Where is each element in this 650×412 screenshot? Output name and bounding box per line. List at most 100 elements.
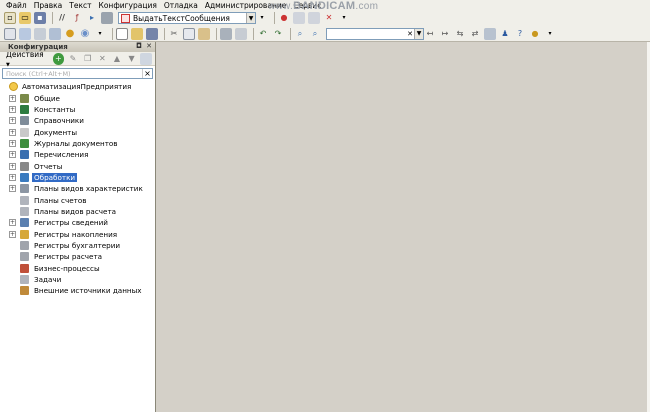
tree-item[interactable]: Внешние источники данных bbox=[0, 285, 156, 296]
print-icon[interactable] bbox=[101, 12, 113, 24]
actions-menu[interactable]: Действия ▼ bbox=[6, 50, 49, 68]
clear-search-icon[interactable]: × bbox=[142, 69, 152, 78]
search-combo[interactable]: ✕ ▼ bbox=[326, 27, 424, 40]
bookmark-prev-icon[interactable] bbox=[293, 12, 305, 24]
tree-item-label: Обработки bbox=[32, 172, 78, 182]
tree-item[interactable]: Задачи bbox=[0, 274, 156, 285]
chevron-down-icon[interactable]: ▼ bbox=[246, 13, 255, 23]
find-next-icon[interactable]: ⌕ bbox=[309, 28, 321, 40]
tree-item[interactable]: + Обработки bbox=[0, 172, 156, 183]
undo-icon[interactable]: ↶ bbox=[257, 28, 269, 40]
module-icon[interactable] bbox=[4, 27, 16, 40]
business-processes-icon bbox=[20, 263, 29, 273]
delete-icon[interactable]: ✕ bbox=[96, 53, 108, 65]
menu-file[interactable]: Файл bbox=[6, 1, 27, 10]
menu-configuration[interactable]: Конфигурация bbox=[99, 1, 157, 10]
print-preview-icon[interactable] bbox=[220, 27, 232, 40]
expand-icon[interactable]: + bbox=[9, 105, 16, 113]
chevron-down-icon[interactable]: ▾ bbox=[94, 28, 106, 40]
menu-edit[interactable]: Правка bbox=[34, 1, 63, 10]
tree-icon[interactable] bbox=[34, 27, 46, 40]
paste-icon[interactable] bbox=[198, 27, 210, 40]
expand-icon[interactable]: + bbox=[9, 173, 16, 181]
form-icon[interactable] bbox=[49, 27, 61, 40]
edit-icon[interactable]: ✎ bbox=[67, 53, 79, 65]
close-icon[interactable]: ✕ bbox=[146, 42, 152, 50]
tree-item[interactable]: + Регистры сведений bbox=[0, 217, 156, 228]
search-back-icon[interactable]: ↤ bbox=[424, 28, 436, 40]
pin-icon[interactable]: ◘ bbox=[136, 42, 142, 50]
tree-item[interactable]: + Общие bbox=[0, 92, 156, 103]
goto-icon[interactable]: ▸ bbox=[86, 12, 98, 24]
user-icon[interactable]: ♟ bbox=[499, 28, 511, 40]
procedure-combo[interactable]: ВыдатьТекстСообщения ▼ bbox=[118, 12, 256, 24]
tree-item[interactable]: + Перечисления bbox=[0, 149, 156, 160]
save-file-icon[interactable] bbox=[146, 27, 158, 40]
clear-icon[interactable]: ✕ bbox=[406, 29, 414, 39]
move-up-icon[interactable]: ▲ bbox=[111, 53, 123, 65]
search-forward-icon[interactable]: ↦ bbox=[439, 28, 451, 40]
print-icon[interactable] bbox=[235, 27, 247, 40]
bookmark-icon[interactable]: ● bbox=[278, 12, 290, 24]
debug-icon[interactable]: ◉ bbox=[79, 28, 91, 40]
panel-header: Конфигурация ◘ ✕ bbox=[0, 42, 155, 52]
copy-icon[interactable]: ❐ bbox=[82, 53, 94, 65]
tree-item[interactable]: + Справочники bbox=[0, 115, 156, 126]
expand-icon[interactable]: + bbox=[9, 151, 16, 159]
new-file-icon[interactable] bbox=[116, 27, 128, 40]
tree-item[interactable]: Бизнес-процессы bbox=[0, 263, 156, 274]
run-icon[interactable]: ● bbox=[64, 28, 76, 40]
syntax-check-icon[interactable]: // bbox=[56, 12, 68, 24]
replace-icon[interactable]: ⇄ bbox=[469, 28, 481, 40]
expand-icon[interactable]: + bbox=[9, 219, 16, 227]
tree-item[interactable]: Планы счетов bbox=[0, 194, 156, 205]
cut-icon[interactable]: ✂ bbox=[168, 28, 180, 40]
tree-item[interactable]: + Константы bbox=[0, 104, 156, 115]
tree-item[interactable]: + Регистры накопления bbox=[0, 228, 156, 239]
expand-icon[interactable]: + bbox=[9, 230, 16, 238]
open-file-icon[interactable] bbox=[131, 27, 143, 40]
open-icon[interactable]: ▭ bbox=[19, 12, 31, 24]
list-icon[interactable] bbox=[19, 27, 31, 40]
tree-item[interactable]: + Журналы документов bbox=[0, 138, 156, 149]
tree-item[interactable]: Планы видов расчета bbox=[0, 206, 156, 217]
tree-items: + Общие + Константы + Справочники + Документы + Ж… bbox=[0, 92, 156, 296]
chevron-down-icon[interactable]: ▾ bbox=[338, 12, 350, 24]
save-icon[interactable]: ▪ bbox=[34, 12, 46, 24]
search-input[interactable] bbox=[329, 30, 405, 37]
expand-icon[interactable]: + bbox=[9, 117, 16, 125]
tree-item[interactable]: + Планы видов характеристик bbox=[0, 183, 156, 194]
move-down-icon[interactable]: ▼ bbox=[126, 53, 138, 65]
chevron-down-icon[interactable]: ▼ bbox=[414, 28, 423, 39]
expand-icon[interactable]: + bbox=[9, 94, 16, 102]
tree-item[interactable]: Регистры бухгалтерии bbox=[0, 240, 156, 251]
new-icon[interactable]: ▫ bbox=[4, 12, 16, 24]
expand-icon[interactable]: + bbox=[9, 139, 16, 147]
menu-debug[interactable]: Отладка bbox=[164, 1, 198, 10]
tree-item[interactable]: Регистры расчета bbox=[0, 251, 156, 262]
copy-icon[interactable] bbox=[183, 27, 195, 40]
window-icon[interactable] bbox=[484, 27, 496, 40]
help-icon[interactable]: ? bbox=[514, 28, 526, 40]
chevron-down-icon[interactable]: ▾ bbox=[544, 28, 556, 40]
bookmark-clear-icon[interactable]: ✕ bbox=[323, 12, 335, 24]
bookmark-next-icon[interactable] bbox=[308, 12, 320, 24]
format-icon[interactable]: ƒ bbox=[71, 12, 83, 24]
properties-icon[interactable] bbox=[140, 52, 153, 65]
menu-text[interactable]: Текст bbox=[69, 1, 91, 10]
expand-icon[interactable]: + bbox=[9, 185, 16, 193]
tree-item[interactable]: + Документы bbox=[0, 126, 156, 137]
info-icon[interactable]: ● bbox=[529, 28, 541, 40]
tree-item[interactable]: + Отчеты bbox=[0, 160, 156, 171]
calculation-registers-icon bbox=[20, 252, 29, 262]
expand-icon[interactable]: + bbox=[9, 128, 16, 136]
redo-icon[interactable]: ↷ bbox=[272, 28, 284, 40]
expand-icon[interactable]: + bbox=[9, 162, 16, 170]
chevron-down-icon[interactable]: ▾ bbox=[256, 12, 268, 24]
tree-root[interactable]: АвтоматизацияПредприятия bbox=[0, 81, 156, 92]
add-icon[interactable]: + bbox=[52, 52, 65, 65]
search-all-icon[interactable]: ⇆ bbox=[454, 28, 466, 40]
tree-search-input[interactable] bbox=[3, 69, 141, 78]
find-icon[interactable]: ⌕ bbox=[294, 28, 306, 40]
tree-search-field[interactable]: × bbox=[2, 68, 153, 79]
